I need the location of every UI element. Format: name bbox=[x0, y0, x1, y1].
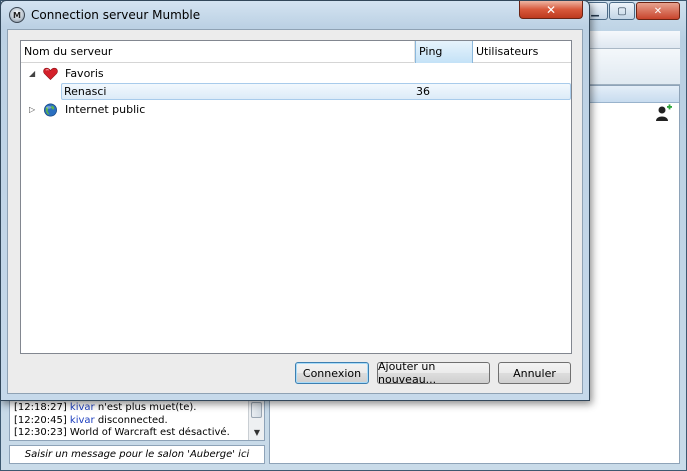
cancel-button-label: Annuler bbox=[513, 366, 556, 380]
dialog-close-button[interactable]: ✕ bbox=[519, 1, 583, 19]
log-user-link[interactable]: kivar bbox=[70, 402, 95, 413]
group-label: Internet public bbox=[65, 103, 146, 116]
main-close-button[interactable]: ✕ bbox=[636, 2, 680, 20]
dialog-title: Connection serveur Mumble bbox=[31, 8, 201, 22]
log-timestamp: [12:20:45] bbox=[14, 414, 67, 426]
add-new-button[interactable]: Ajouter un nouveau... bbox=[377, 360, 490, 386]
column-users[interactable]: Utilisateurs bbox=[473, 41, 571, 63]
log-text: World of Warcraft est désactivé. bbox=[66, 427, 230, 438]
log-text: disconnected. bbox=[94, 414, 168, 426]
log-text: n'est plus muet(te). bbox=[94, 402, 197, 413]
log-scrollbar[interactable]: ▼ bbox=[248, 400, 264, 440]
globe-icon bbox=[44, 103, 57, 117]
connect-button-label: Connexion bbox=[302, 366, 362, 380]
column-ping[interactable]: Ping ^ bbox=[415, 41, 473, 63]
log-line: [12:30:23] World of Warcraft est désacti… bbox=[14, 427, 260, 440]
expand-arrow-icon[interactable]: ◢ bbox=[29, 65, 35, 83]
add-new-button-label: Ajouter un nouveau... bbox=[378, 360, 437, 386]
group-label: Favoris bbox=[65, 67, 104, 80]
heart-icon bbox=[43, 67, 58, 81]
log-line: [12:20:45] kivar disconnected. bbox=[14, 415, 260, 428]
connect-dialog: M Connection serveur Mumble ✕ Nom du ser… bbox=[0, 0, 590, 401]
log-timestamp: [12:18:27] bbox=[14, 402, 67, 413]
log-user-link[interactable]: kivar bbox=[70, 415, 95, 426]
server-ping: 36 bbox=[416, 85, 430, 98]
connect-button[interactable]: Connexion bbox=[295, 362, 369, 384]
add-user-icon[interactable] bbox=[655, 104, 673, 122]
sort-ascending-icon: ^ bbox=[440, 40, 448, 48]
server-list[interactable]: Nom du serveur Ping ^ Utilisateurs ◢ Fav… bbox=[20, 40, 572, 354]
dialog-body: Nom du serveur Ping ^ Utilisateurs ◢ Fav… bbox=[7, 29, 583, 394]
maximize-button[interactable]: ▢ bbox=[609, 2, 635, 20]
column-ping-label: Ping bbox=[419, 45, 443, 58]
dialog-titlebar: M Connection serveur Mumble ✕ bbox=[1, 1, 589, 29]
chat-input[interactable]: Saisir un message pour le salon 'Auberge… bbox=[9, 445, 265, 464]
chat-log: [12:18:27] kivar n'est plus muet(te). [1… bbox=[9, 399, 265, 441]
scrollbar-thumb[interactable] bbox=[251, 402, 262, 418]
scroll-down-arrow-icon[interactable]: ▼ bbox=[249, 427, 264, 440]
group-internet-public[interactable]: ▷ Internet public bbox=[21, 101, 571, 119]
server-row[interactable]: Renasci 36 bbox=[61, 83, 571, 100]
main-window-controls: ▁ ▢ ✕ bbox=[581, 2, 680, 20]
log-timestamp: [12:30:23] bbox=[14, 427, 67, 438]
column-server-name[interactable]: Nom du serveur bbox=[21, 41, 415, 63]
mumble-logo-icon: M bbox=[9, 7, 25, 23]
group-favorites[interactable]: ◢ Favoris bbox=[21, 65, 571, 83]
log-line: [12:18:27] kivar n'est plus muet(te). bbox=[14, 402, 260, 415]
server-list-header: Nom du serveur Ping ^ Utilisateurs bbox=[21, 41, 571, 63]
collapsed-arrow-icon[interactable]: ▷ bbox=[29, 101, 35, 119]
server-name: Renasci bbox=[64, 85, 107, 98]
cancel-button[interactable]: Annuler bbox=[498, 362, 571, 384]
